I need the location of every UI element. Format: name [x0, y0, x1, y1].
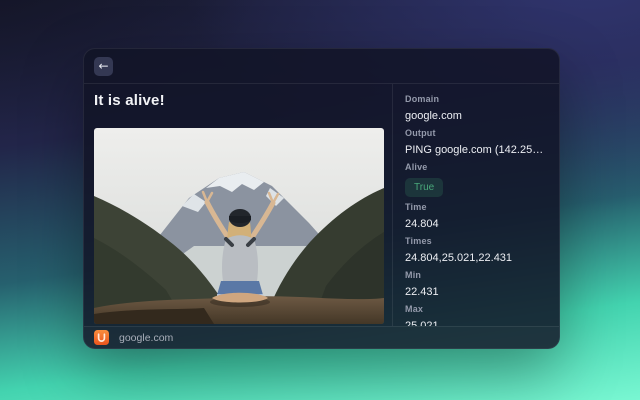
- status-bar: google.com: [84, 326, 559, 348]
- titlebar: ←: [84, 49, 559, 84]
- field-label: Alive: [405, 162, 547, 173]
- field-times: Times 24.804,25.021,22.431: [405, 236, 547, 265]
- status-site-label[interactable]: google.com: [119, 332, 173, 344]
- field-label: Max: [405, 304, 547, 315]
- back-arrow-icon: ←: [98, 59, 108, 73]
- field-time: Time 24.804: [405, 202, 547, 231]
- field-value: 25.021: [405, 319, 547, 326]
- field-value: 24.804: [405, 217, 547, 231]
- field-max: Max 25.021: [405, 304, 547, 326]
- details-panel: Domain google.com Output PING google.com…: [392, 84, 559, 326]
- content-area: It is alive!: [84, 84, 559, 326]
- field-output: Output PING google.com (142.250.185.14):…: [405, 128, 547, 157]
- field-value: PING google.com (142.250.185.14):...: [405, 143, 547, 157]
- field-value: 22.431: [405, 285, 547, 299]
- field-value: google.com: [405, 109, 547, 123]
- app-window: ← It is alive!: [83, 48, 560, 349]
- field-label: Time: [405, 202, 547, 213]
- field-label: Domain: [405, 94, 547, 105]
- main-column: It is alive!: [84, 84, 392, 326]
- field-alive: Alive True: [405, 162, 547, 197]
- page-title: It is alive!: [94, 92, 384, 110]
- field-domain: Domain google.com: [405, 94, 547, 123]
- field-label: Output: [405, 128, 547, 139]
- field-label: Min: [405, 270, 547, 281]
- field-label: Times: [405, 236, 547, 247]
- site-favicon-icon: [94, 330, 109, 345]
- hero-photo: [94, 128, 384, 324]
- back-button[interactable]: ←: [94, 57, 113, 76]
- field-min: Min 22.431: [405, 270, 547, 299]
- alive-status-badge: True: [405, 178, 443, 197]
- field-value: 24.804,25.021,22.431: [405, 251, 547, 265]
